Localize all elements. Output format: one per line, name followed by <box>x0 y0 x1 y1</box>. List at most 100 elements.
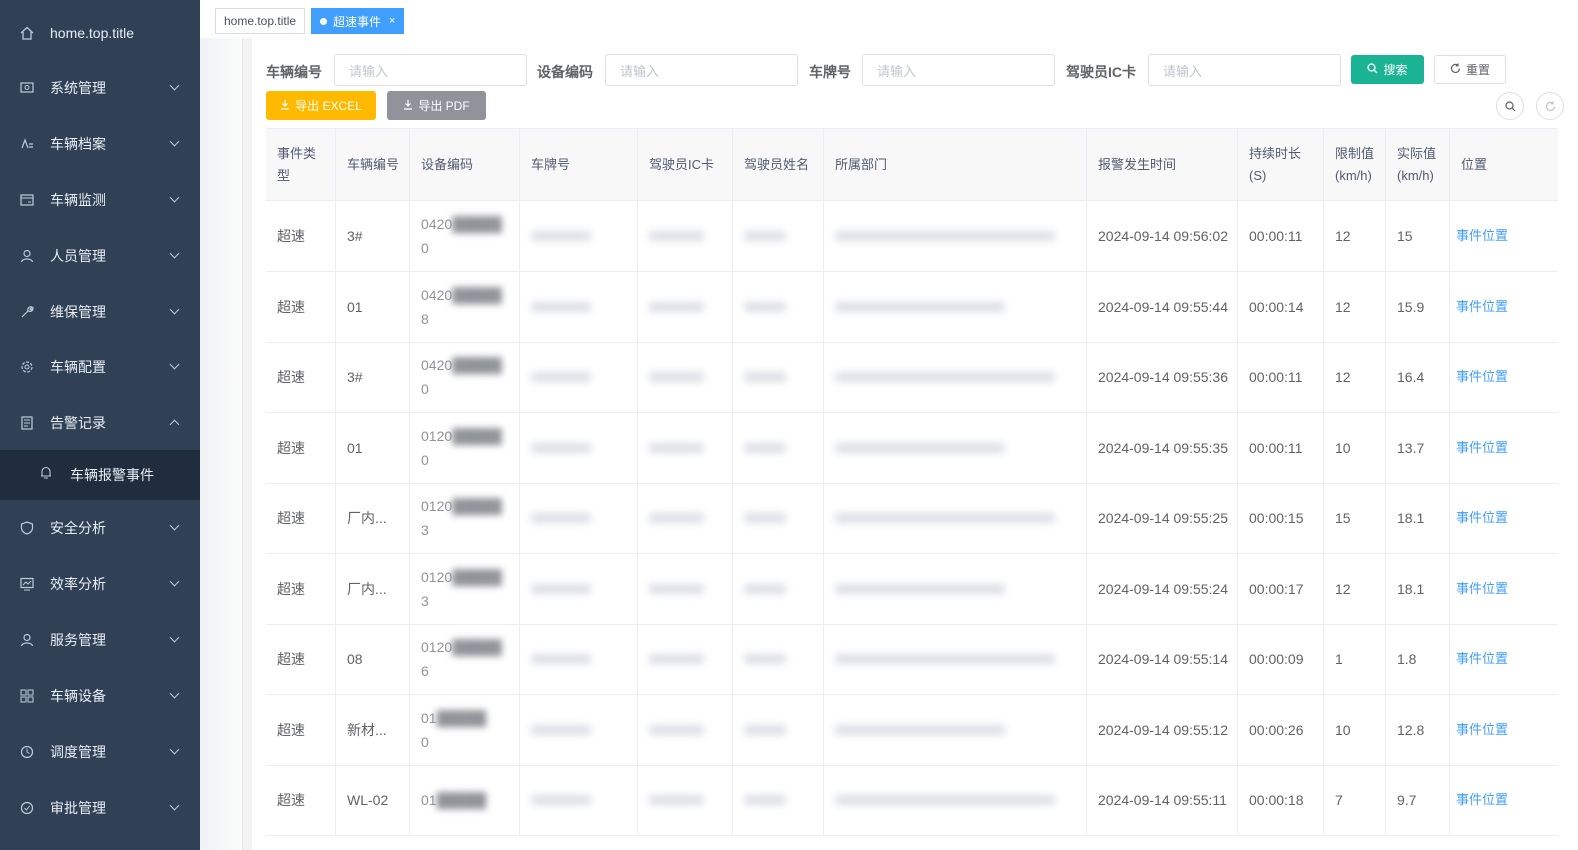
event-position-link[interactable]: 事件位置 <box>1449 271 1558 342</box>
search-button-label: 搜索 <box>1383 63 1408 77</box>
cell-plate <box>519 271 637 342</box>
cell-device-code: 0120█████ 3 <box>409 483 519 553</box>
cell-department <box>823 271 1086 342</box>
tag-label: 超速事件 <box>333 14 382 29</box>
cell-plate <box>519 412 637 483</box>
cell-duration: 00:00:09 <box>1237 624 1323 694</box>
sidebar-item-service[interactable]: 服务管理 <box>0 612 200 668</box>
redacted-text <box>835 513 1055 523</box>
sidebar-item-label: 车辆配置 <box>50 359 106 375</box>
sidebar-item-label: 服务管理 <box>50 632 106 648</box>
redacted-text <box>744 795 786 805</box>
redacted-text <box>835 724 1005 735</box>
cell-driver-ic <box>637 483 732 553</box>
table-row: 超速 3# 0420█████ 0 2024-09-14 09:56:02 00:00:1… <box>266 201 1558 272</box>
sidebar-item-home[interactable]: home.top.title <box>0 5 200 61</box>
device-code-line: 0 <box>421 733 429 750</box>
toggle-search-button[interactable] <box>1496 92 1524 120</box>
th-label: (km/h) <box>1335 168 1372 183</box>
tag-home[interactable]: home.top.title <box>215 8 306 34</box>
sidebar-item-system[interactable]: 系统管理 <box>0 60 200 116</box>
cell-duration: 00:00:11 <box>1237 412 1323 483</box>
th-alarm-time: 报警发生时间 <box>1086 129 1237 201</box>
redacted-text <box>531 442 591 453</box>
search-icon <box>1367 62 1378 77</box>
sidebar-item-dispatch[interactable]: 调度管理 <box>0 724 200 780</box>
reset-button[interactable]: 重置 <box>1434 55 1506 84</box>
tag-overspeed-event[interactable]: 超速事件 × <box>311 8 405 34</box>
redacted-text <box>649 301 704 312</box>
cell-driver-name <box>732 765 823 835</box>
event-position-link[interactable]: 事件位置 <box>1449 342 1558 412</box>
cell-device-code: 0420█████ 8 <box>409 271 519 342</box>
redacted-text <box>531 795 591 805</box>
sidebar-item-personnel[interactable]: 人员管理 <box>0 228 200 284</box>
th-driver-name: 驾驶员姓名 <box>732 129 823 201</box>
search-button[interactable]: 搜索 <box>1351 55 1424 84</box>
th-department: 所属部门 <box>823 129 1086 201</box>
alarm-event-table: 事件类 型 车辆编号 设备编码 车牌号 驾驶员IC卡 驾驶员姓名 所属部门 报警… <box>266 128 1558 836</box>
cell-vehicle-no: 3# <box>335 201 409 271</box>
sidebar-item-vehicle-archive[interactable]: 车辆档案 <box>0 116 200 172</box>
cell-driver-name <box>732 483 823 553</box>
sidebar-item-vehicle-monitor[interactable]: 车辆监测 <box>0 172 200 228</box>
event-position-link[interactable]: 事件位置 <box>1449 201 1558 271</box>
th-event-type: 事件类 型 <box>266 129 335 201</box>
sidebar-item-maintenance[interactable]: 维保管理 <box>0 284 200 340</box>
sidebar-item-vehicle-config[interactable]: 车辆配置 <box>0 339 200 395</box>
device-code-line: 01█████ <box>421 706 486 730</box>
cell-device-code: 01█████ 0 <box>409 694 519 765</box>
event-position-link[interactable]: 事件位置 <box>1449 694 1558 765</box>
cell-driver-ic <box>637 412 732 483</box>
th-limit: 限制值 (km/h) <box>1323 129 1385 201</box>
plate-input[interactable]: 请输入 <box>862 54 1055 86</box>
export-pdf-button[interactable]: 导出 PDF <box>387 91 486 120</box>
sidebar-item-alarm-record[interactable]: 告警记录 <box>0 395 200 451</box>
event-position-link[interactable]: 事件位置 <box>1449 624 1558 694</box>
cell-limit: 15 <box>1323 483 1385 553</box>
cell-limit: 12 <box>1323 271 1385 342</box>
sidebar-item-approval[interactable]: 审批管理 <box>0 780 200 836</box>
cell-alarm-time: 2024-09-14 09:56:02 <box>1086 201 1237 271</box>
person-icon <box>20 249 34 263</box>
th-actual: 实际值 (km/h) <box>1385 129 1449 201</box>
sidebar-item-efficiency-analysis[interactable]: 效率分析 <box>0 556 200 612</box>
redacted-text <box>744 583 786 594</box>
chevron-down-icon <box>169 136 180 147</box>
sidebar-item-safety-analysis[interactable]: 安全分析 <box>0 500 200 556</box>
table-row: 超速 WL-02 01█████ 2024-09-14 09:55:11 00:00:1… <box>266 765 1558 836</box>
cell-alarm-time: 2024-09-14 09:55:12 <box>1086 694 1237 765</box>
event-position-link[interactable]: 事件位置 <box>1449 553 1558 624</box>
cell-duration: 00:00:14 <box>1237 271 1323 342</box>
export-excel-button[interactable]: 导出 EXCEL <box>266 91 376 120</box>
event-position-link[interactable]: 事件位置 <box>1449 765 1558 835</box>
sidebar-subitem-vehicle-alarm-event[interactable]: 车辆报警事件 <box>0 450 200 500</box>
device-code-line: 0 <box>421 451 429 468</box>
redacted-text <box>649 372 704 382</box>
cell-driver-ic <box>637 694 732 765</box>
close-icon[interactable]: × <box>389 15 395 27</box>
redacted-text: █████ <box>452 639 502 655</box>
refresh-button[interactable] <box>1536 92 1564 120</box>
device-code-line: 0120█████ <box>421 424 502 448</box>
device-code-line: 0120█████ <box>421 565 502 589</box>
cell-plate <box>519 694 637 765</box>
event-position-link[interactable]: 事件位置 <box>1449 483 1558 553</box>
driver-ic-input[interactable]: 请输入 <box>1148 54 1341 86</box>
monitor-icon <box>20 193 34 207</box>
cell-driver-ic <box>637 553 732 624</box>
table-row: 超速 厂内... 0120█████ 3 2024-09-14 09:55:24 00:0… <box>266 553 1558 625</box>
table-row: 超速 厂内... 0120█████ 3 2024-09-14 09:55:25 00:0… <box>266 483 1558 554</box>
chevron-down-icon <box>169 688 180 699</box>
cell-plate <box>519 553 637 624</box>
th-plate: 车牌号 <box>519 129 637 201</box>
sidebar-item-vehicle-device[interactable]: 车辆设备 <box>0 668 200 724</box>
event-position-link[interactable]: 事件位置 <box>1449 412 1558 483</box>
cell-alarm-time: 2024-09-14 09:55:44 <box>1086 271 1237 342</box>
cell-driver-name <box>732 624 823 694</box>
vehicle-no-input[interactable]: 请输入 <box>334 54 527 86</box>
dispatch-icon <box>20 745 34 759</box>
sidebar-item-label: 告警记录 <box>50 415 106 431</box>
cell-actual: 18.1 <box>1385 483 1449 553</box>
device-code-input[interactable]: 请输入 <box>605 54 798 86</box>
